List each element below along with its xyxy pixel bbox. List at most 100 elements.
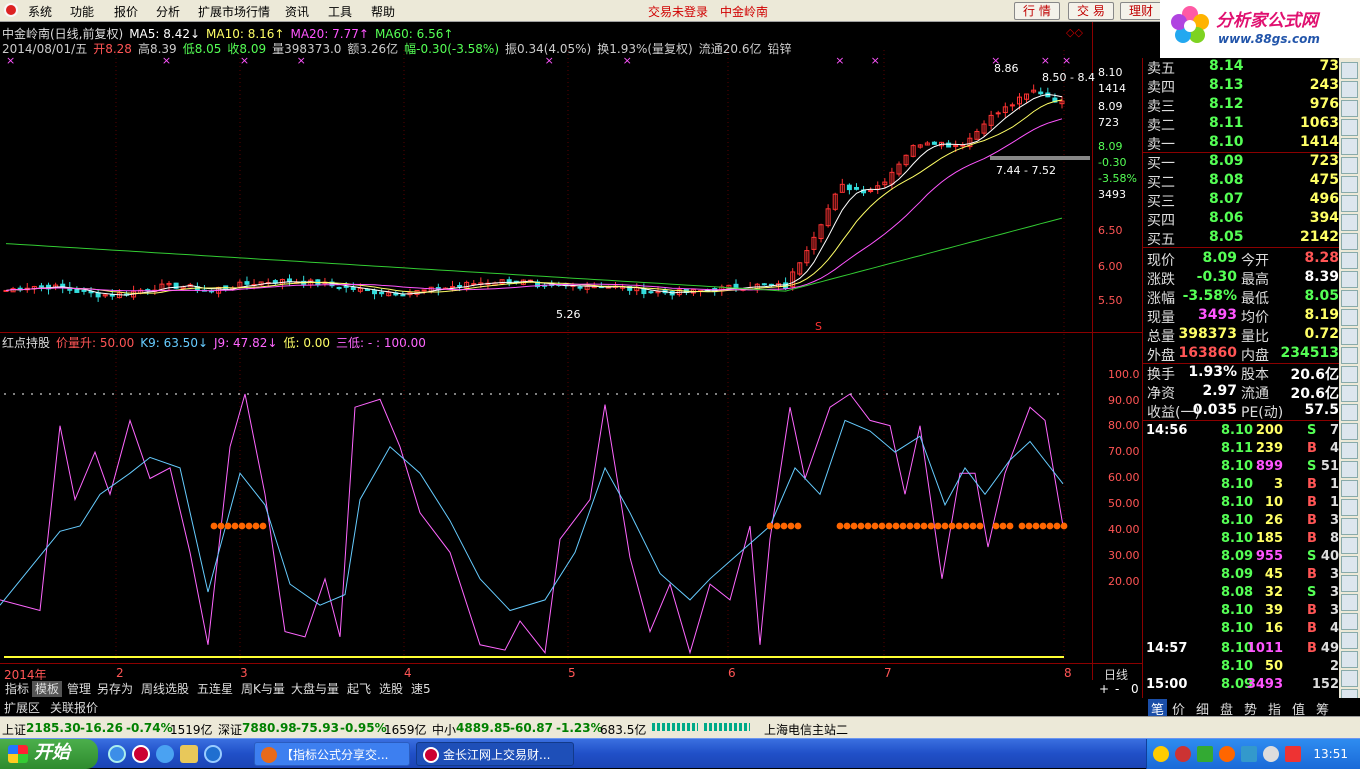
ask-row[interactable]: 卖五 8.14 73 [1143, 58, 1339, 77]
ask-row[interactable]: 卖四 8.13 243 [1143, 77, 1339, 96]
time-axis-label: 5 [568, 666, 576, 680]
stock-name-title: 中金岭南 [720, 5, 769, 19]
quote-mode-button[interactable]: 行 情 [1014, 2, 1060, 20]
side-tool-icon[interactable] [1341, 404, 1358, 421]
task-trading-app[interactable]: 金长江网上交易财... [416, 742, 574, 766]
buy-signal-dot [794, 522, 802, 530]
finance-mode-button[interactable]: 理财 [1120, 2, 1163, 20]
menu-system[interactable]: 系统 [28, 3, 52, 20]
tray-icon[interactable] [1219, 746, 1235, 762]
tab-2[interactable]: 管理 [64, 681, 94, 697]
side-tool-icon[interactable] [1341, 594, 1358, 611]
tray-icon[interactable] [1197, 746, 1213, 762]
side-tool-icon[interactable] [1341, 157, 1358, 174]
bid-row[interactable]: 买四 8.06 394 [1143, 210, 1339, 229]
ask-price: 8.12 [1209, 96, 1244, 112]
side-tool-icon[interactable] [1341, 385, 1358, 402]
folder-quicklaunch-icon[interactable] [180, 745, 198, 763]
side-tool-icon[interactable] [1341, 423, 1358, 440]
side-tool-icon[interactable] [1341, 290, 1358, 307]
kline-chart[interactable]: 8.868.50 - 8.47.44 - 7.525.26S× × × × × × × × × ×… [0, 22, 1142, 682]
login-status[interactable]: 交易未登录 [648, 3, 708, 20]
tab-5[interactable]: 五连星 [194, 681, 236, 697]
ask-price: 8.13 [1209, 77, 1244, 93]
desktop-quicklaunch-icon[interactable] [204, 745, 222, 763]
tab-7[interactable]: 大盘与量 [288, 681, 342, 697]
ma60-line [5, 217, 1063, 292]
side-tool-icon[interactable] [1341, 252, 1358, 269]
side-tool-icon[interactable] [1341, 271, 1358, 288]
side-tool-icon[interactable] [1341, 233, 1358, 250]
side-tool-icon[interactable] [1341, 309, 1358, 326]
pane-control-button[interactable]: - [1112, 681, 1122, 697]
tick-count: 4 [1329, 441, 1339, 456]
candle-body [846, 184, 852, 191]
side-tool-icon[interactable] [1341, 81, 1358, 98]
tab-10[interactable]: 速5 [408, 681, 434, 697]
tab-4[interactable]: 周线选股 [138, 681, 192, 697]
side-tool-icon[interactable] [1341, 195, 1358, 212]
side-tool-icon[interactable] [1341, 613, 1358, 630]
side-tool-icon[interactable] [1341, 119, 1358, 136]
trade-mode-button[interactable]: 交 易 [1068, 2, 1114, 20]
signal-marker-icon: × [835, 54, 844, 67]
side-tool-icon[interactable] [1341, 100, 1358, 117]
tray-icon[interactable] [1175, 746, 1191, 762]
side-tool-icon[interactable] [1341, 176, 1358, 193]
ask-row[interactable]: 卖二 8.11 1063 [1143, 115, 1339, 134]
tab-related-quotes[interactable]: 关联报价 [50, 699, 98, 716]
side-tool-icon[interactable] [1341, 499, 1358, 516]
tab-1[interactable]: 模板 [32, 681, 63, 697]
menu-tools[interactable]: 工具 [328, 3, 352, 20]
tab-6[interactable]: 周K与量 [238, 681, 288, 697]
side-tool-icon[interactable] [1341, 62, 1358, 79]
side-tool-icon[interactable] [1341, 537, 1358, 554]
security-icon[interactable] [1285, 746, 1301, 762]
side-tool-icon[interactable] [1341, 347, 1358, 364]
bid-row[interactable]: 买一 8.09 723 [1143, 153, 1339, 172]
tab-9[interactable]: 选股 [376, 681, 406, 697]
task-formula-share[interactable]: 【指标公式分享交... [254, 742, 410, 766]
side-tool-icon[interactable] [1341, 328, 1358, 345]
bid-row[interactable]: 买二 8.08 475 [1143, 172, 1339, 191]
tab-8[interactable]: 起飞 [344, 681, 374, 697]
menu-quote[interactable]: 报价 [114, 3, 138, 20]
side-tool-icon[interactable] [1341, 651, 1358, 668]
side-tool-icon[interactable] [1341, 442, 1358, 459]
start-button[interactable]: 开始 [0, 739, 98, 769]
side-tool-icon[interactable] [1341, 480, 1358, 497]
pane-control-button[interactable]: 0 [1128, 681, 1142, 697]
tray-icon[interactable] [1153, 746, 1169, 762]
menu-help[interactable]: 帮助 [371, 3, 395, 20]
volume-icon[interactable] [1263, 746, 1279, 762]
browser-quicklaunch-icon[interactable] [156, 745, 174, 763]
side-tool-icon[interactable] [1341, 518, 1358, 535]
side-tool-icon[interactable] [1341, 575, 1358, 592]
side-tool-icon[interactable] [1341, 670, 1358, 687]
menu-news[interactable]: 资讯 [285, 3, 309, 20]
bid-row[interactable]: 买三 8.07 496 [1143, 191, 1339, 210]
menu-analysis[interactable]: 分析 [156, 3, 180, 20]
quote-label: 涨跌 [1147, 272, 1175, 288]
side-tool-icon[interactable] [1341, 461, 1358, 478]
bid-row[interactable]: 买五 8.05 2142 [1143, 229, 1339, 248]
network-icon[interactable] [1241, 746, 1257, 762]
signal-marker-icon: × [1041, 54, 1050, 67]
ask-row[interactable]: 卖三 8.12 976 [1143, 96, 1339, 115]
side-tool-icon[interactable] [1341, 138, 1358, 155]
side-tool-icon[interactable] [1341, 366, 1358, 383]
candle-body [931, 141, 937, 145]
pane-control-button[interactable]: + [1096, 681, 1112, 697]
ie-icon[interactable] [108, 745, 126, 763]
menu-extended-market[interactable]: 扩展市场行情 [198, 3, 270, 20]
side-tool-icon[interactable] [1341, 214, 1358, 231]
tab-0[interactable]: 指标 [2, 681, 32, 697]
app-quicklaunch-icon[interactable] [132, 745, 150, 763]
side-tool-icon[interactable] [1341, 556, 1358, 573]
menu-function[interactable]: 功能 [70, 3, 94, 20]
side-tool-icon[interactable] [1341, 632, 1358, 649]
candle-body [853, 187, 859, 190]
tab-extension-area[interactable]: 扩展区 [4, 699, 40, 716]
tab-3[interactable]: 另存为 [94, 681, 136, 697]
ask-row[interactable]: 卖一 8.10 1414 [1143, 134, 1339, 153]
